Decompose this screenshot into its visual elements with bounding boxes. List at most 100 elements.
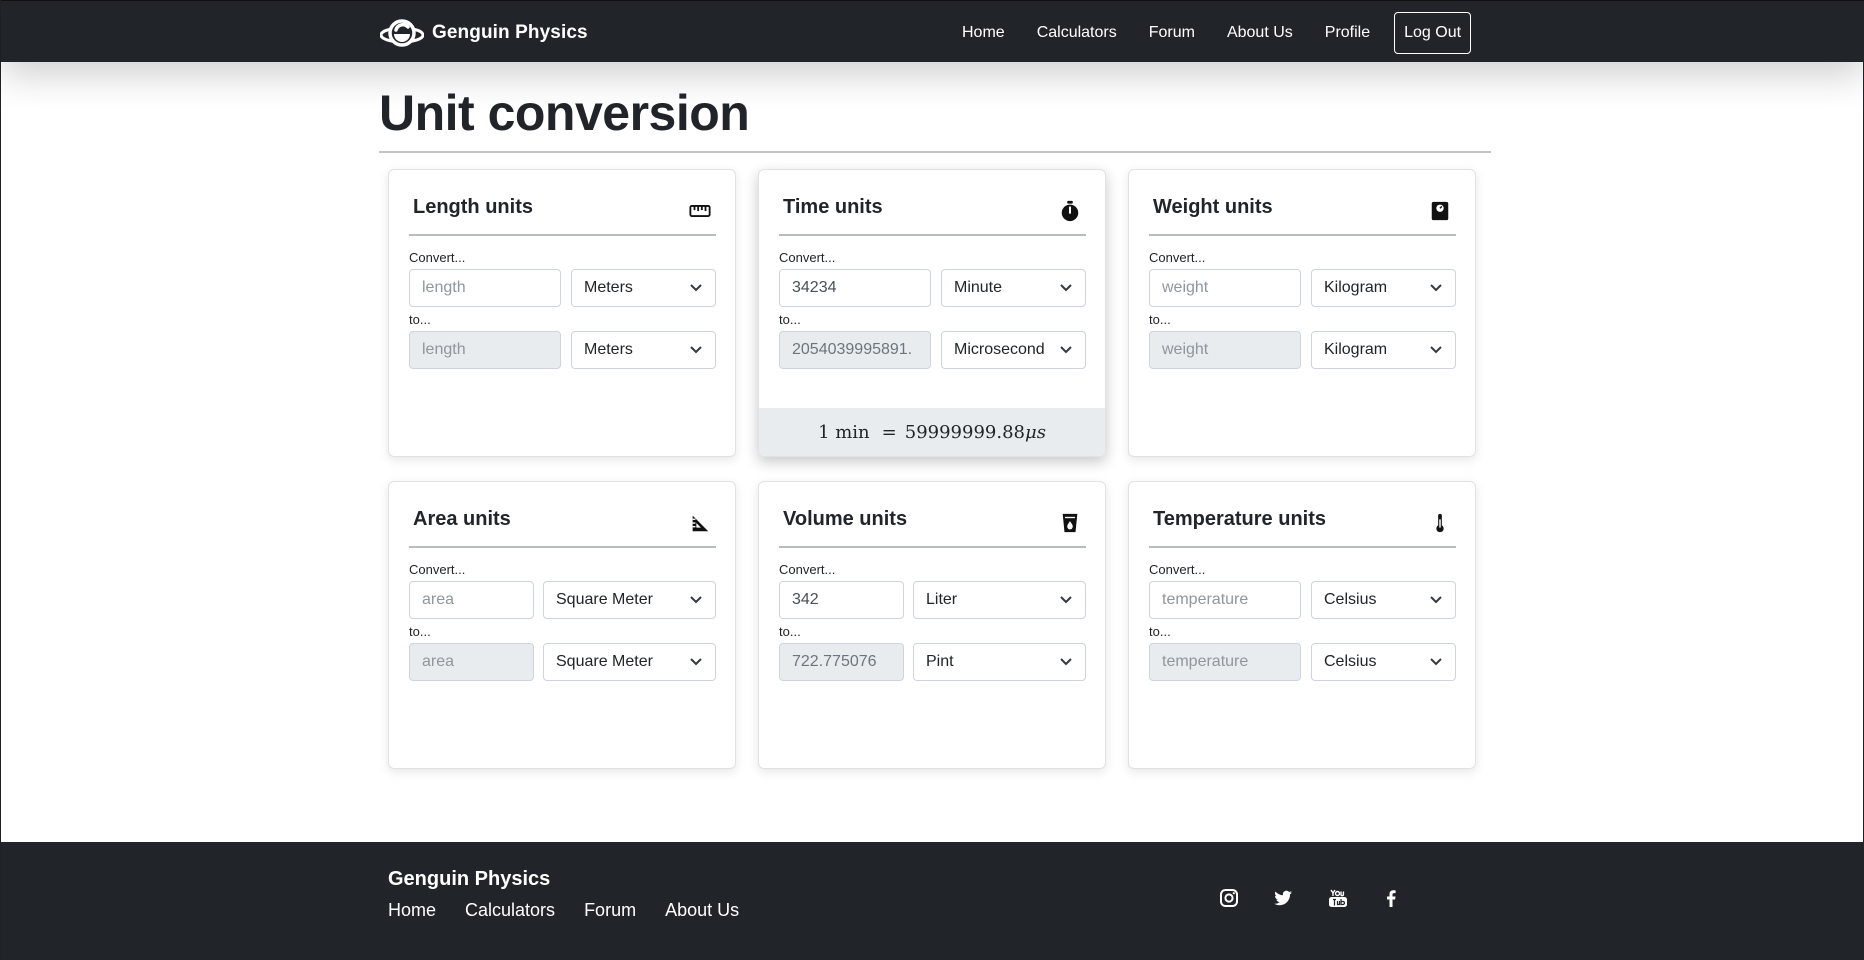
nav-link-forum[interactable]: Forum [1133, 16, 1211, 50]
time-from-unit-select[interactable]: Minute [941, 269, 1086, 307]
nav-link-home[interactable]: Home [946, 16, 1021, 50]
footer-link-forum[interactable]: Forum [584, 900, 636, 921]
footer-links: Home Calculators Forum About Us [388, 900, 768, 921]
card-header: Weight units [1149, 188, 1456, 236]
chevron-down-icon [1429, 345, 1443, 355]
time-to-output [779, 331, 931, 369]
length-card: Length units Convert... Meters to... Met… [388, 169, 736, 457]
footer-link-home[interactable]: Home [388, 900, 436, 921]
chevron-down-icon [1429, 283, 1443, 293]
temperature-from-unit-select[interactable]: Celsius [1311, 581, 1456, 619]
length-to-output [409, 331, 561, 369]
to-label: to... [779, 624, 801, 639]
time-from-input[interactable] [779, 269, 931, 307]
to-label: to... [409, 624, 431, 639]
area-from-unit-select[interactable]: Square Meter [543, 581, 716, 619]
selected-unit: Meters [584, 341, 633, 358]
temperature-from-input[interactable] [1149, 581, 1301, 619]
ruler-icon [688, 199, 712, 223]
card-title: Temperature units [1153, 508, 1326, 530]
stopwatch-icon [1058, 199, 1082, 223]
chevron-down-icon [1059, 283, 1073, 293]
chevron-down-icon [1059, 345, 1073, 355]
weight-from-input[interactable] [1149, 269, 1301, 307]
result-rhs-number: 59999999.88 [904, 421, 1025, 443]
youtube-icon[interactable] [1328, 888, 1350, 910]
chevron-down-icon [689, 657, 703, 667]
convert-label: Convert... [779, 250, 836, 265]
selected-unit: Kilogram [1324, 341, 1388, 358]
selected-unit: Square Meter [556, 591, 653, 608]
temperature-to-unit-select[interactable]: Celsius [1311, 643, 1456, 681]
result-rhs-unit: μs [1025, 421, 1046, 443]
footer-link-calculators[interactable]: Calculators [465, 900, 555, 921]
card-title: Area units [413, 508, 511, 530]
result-lhs: 1 min [818, 421, 870, 443]
time-card: Time units Convert... Minute to... Micro… [758, 169, 1106, 457]
volume-from-input[interactable] [779, 581, 904, 619]
twitter-icon[interactable] [1273, 888, 1295, 910]
nav-links: Home Calculators Forum About Us Profile … [946, 12, 1472, 54]
selected-unit: Celsius [1324, 591, 1377, 608]
selected-unit: Square Meter [556, 653, 653, 670]
length-from-unit-select[interactable]: Meters [571, 269, 716, 307]
result-equals: = [881, 421, 897, 443]
chevron-down-icon [689, 595, 703, 605]
chevron-down-icon [689, 283, 703, 293]
to-label: to... [1149, 624, 1171, 639]
nav-link-calculators[interactable]: Calculators [1021, 16, 1133, 50]
to-label: to... [779, 312, 801, 327]
converter-grid: Length units Convert... Meters to... Met… [388, 169, 1476, 770]
weight-to-unit-select[interactable]: Kilogram [1311, 331, 1456, 369]
convert-label: Convert... [409, 250, 466, 265]
length-from-input[interactable] [409, 269, 561, 307]
card-title: Volume units [783, 508, 908, 530]
convert-label: Convert... [409, 562, 466, 577]
navbar: Genguin Physics Home Calculators Forum A… [1, 0, 1864, 62]
chevron-down-icon [689, 345, 703, 355]
convert-label: Convert... [779, 562, 836, 577]
selected-unit: Meters [584, 279, 633, 296]
conversion-result: 1 min = 59999999.88 μs [759, 408, 1105, 456]
area-from-input[interactable] [409, 581, 534, 619]
set-square-icon [688, 511, 712, 535]
logout-button[interactable]: Log Out [1394, 12, 1472, 54]
thermometer-icon [1428, 511, 1452, 535]
card-header: Volume units [779, 500, 1086, 548]
genguin-logo-icon [380, 19, 424, 47]
footer: Genguin Physics Home Calculators Forum A… [1, 842, 1864, 960]
area-to-output [409, 643, 534, 681]
selected-unit: Microsecond [954, 341, 1045, 358]
selected-unit: Liter [926, 591, 958, 608]
card-header: Area units [409, 500, 716, 548]
volume-to-output [779, 643, 904, 681]
area-to-unit-select[interactable]: Square Meter [543, 643, 716, 681]
weight-to-output [1149, 331, 1301, 369]
chevron-down-icon [1059, 595, 1073, 605]
card-title: Length units [413, 196, 533, 218]
temperature-card: Temperature units Convert... Celsius to.… [1128, 481, 1476, 769]
footer-link-about-us[interactable]: About Us [665, 900, 739, 921]
brand-link[interactable]: Genguin Physics [380, 17, 588, 49]
volume-from-unit-select[interactable]: Liter [913, 581, 1086, 619]
nav-link-profile[interactable]: Profile [1309, 16, 1386, 50]
convert-label: Convert... [1149, 562, 1206, 577]
card-header: Length units [409, 188, 716, 236]
length-to-unit-select[interactable]: Meters [571, 331, 716, 369]
nav-link-about-us[interactable]: About Us [1211, 16, 1309, 50]
facebook-icon[interactable] [1381, 888, 1403, 910]
weight-from-unit-select[interactable]: Kilogram [1311, 269, 1456, 307]
selected-unit: Kilogram [1324, 279, 1388, 296]
chevron-down-icon [1429, 657, 1443, 667]
cup-icon [1058, 511, 1082, 535]
to-label: to... [1149, 312, 1171, 327]
selected-unit: Pint [926, 653, 954, 670]
scale-icon [1428, 199, 1452, 223]
volume-to-unit-select[interactable]: Pint [913, 643, 1086, 681]
convert-label: Convert... [1149, 250, 1206, 265]
time-to-unit-select[interactable]: Microsecond [941, 331, 1086, 369]
title-divider [379, 151, 1491, 153]
chevron-down-icon [1059, 657, 1073, 667]
instagram-icon[interactable] [1219, 888, 1241, 910]
chevron-down-icon [1429, 595, 1443, 605]
